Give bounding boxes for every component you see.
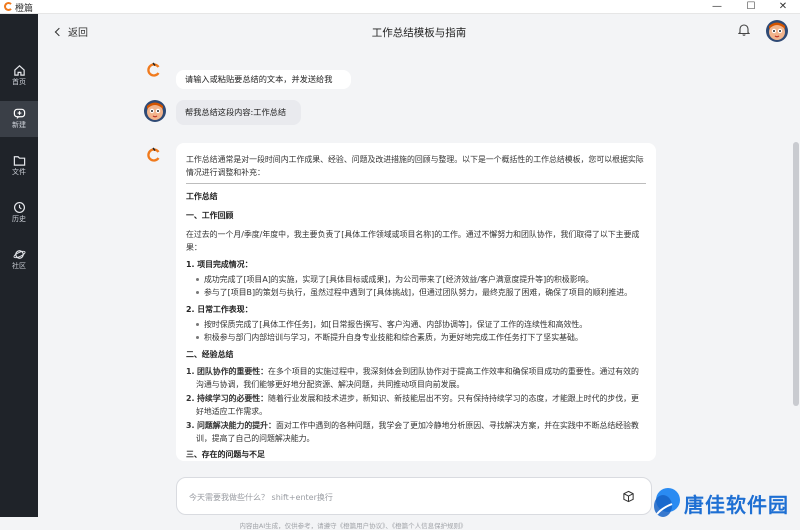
item-number: 3. (186, 421, 195, 430)
sidebar-item-history[interactable]: 历史 (0, 195, 38, 231)
item-lead: 问题解决能力的提升： (197, 421, 276, 430)
sidebar-item-label: 社区 (12, 262, 26, 270)
scrollbar-thumb[interactable] (793, 142, 799, 406)
list-item: 积极参与部门内部培训与学习，不断提升自身专业技能和综合素质，为更好地完成工作任务… (196, 331, 646, 344)
sidebar: 首页 新建 文件 历史 社区 (0, 14, 38, 517)
item-lead: 团队协作的重要性： (197, 367, 269, 376)
divider (186, 183, 646, 184)
list-item: 2. 持续学习的必要性：随着行业发展和技术进步，新知识、新技能层出不穷。只有保持… (186, 392, 646, 418)
sidebar-item-label: 首页 (12, 78, 26, 86)
item-number: 2. (186, 394, 195, 403)
folder-icon (13, 156, 25, 166)
home-icon (13, 65, 25, 76)
minimize-button[interactable]: — (706, 0, 728, 14)
subsection-heading: 2. 日常工作表现： (186, 305, 253, 314)
list-item: 按时保质完成了[具体工作任务]，如[日常报告撰写、客户沟通、内部协调等]，保证了… (196, 318, 646, 331)
section-heading: 二、经验总结 (186, 350, 234, 359)
bullet-list: 按时保质完成了[具体工作任务]，如[日常报告撰写、客户沟通、内部协调等]，保证了… (186, 318, 646, 344)
list-item: 1. 团队协作的重要性：在多个项目的实施过程中，我深刻体会到团队协作对于提高工作… (186, 365, 646, 391)
bot-logo-icon (147, 62, 160, 77)
user-message-bubble: 帮我总结这段内容:工作总结 (176, 100, 301, 125)
history-icon (13, 201, 25, 214)
item-lead: 持续学习的必要性： (197, 394, 269, 403)
section-heading: 三、存在的问题与不足 (186, 450, 265, 459)
bot-greeting-bubble: 请输入或粘贴要总结的文本，并发送给我 (176, 70, 351, 89)
sidebar-item-community[interactable]: 社区 (0, 242, 38, 278)
cube-icon[interactable] (622, 490, 635, 503)
sidebar-item-new[interactable]: 新建 (0, 101, 38, 137)
answer-intro: 工作总结通常是对一段时间内工作成果、经验、问题及改进措施的回顾与整理。以下是一个… (186, 155, 644, 177)
watermark-text: 唐佳软件园 (684, 493, 789, 517)
item-number: 1. (186, 367, 195, 376)
planet-icon (12, 250, 26, 259)
app-name: 橙篇 (15, 4, 34, 14)
title-bar: 橙篇 — ☐ ✕ (0, 0, 800, 14)
chat-input-box[interactable] (176, 477, 652, 515)
sidebar-item-label: 文件 (12, 168, 26, 176)
user-avatar[interactable] (766, 20, 788, 42)
new-chat-icon (13, 108, 25, 120)
user-message-avatar (144, 100, 166, 122)
disclaimer: 内容由AI生成，仅供参考，请遵守《橙篇用户协议》、《橙篇个人信息保护规则》 (239, 522, 467, 530)
section-intro: 在过去的一个月/季度/年度中，我主要负责了[具体工作领域或项目名称]的工作。通过… (186, 230, 640, 252)
bell-icon[interactable] (738, 23, 750, 36)
close-button[interactable]: ✕ (772, 0, 794, 14)
watermark-logo-icon (654, 488, 680, 517)
app-logo-icon (4, 2, 13, 11)
list-item: 成功完成了[项目A]的实施，实现了[具体目标或成果]，为公司带来了[经济效益/客… (196, 273, 646, 286)
sidebar-item-files[interactable]: 文件 (0, 148, 38, 184)
subsection-heading: 1. 项目完成情况： (186, 260, 253, 269)
header: 返回 工作总结模板与指南 (38, 14, 800, 48)
sidebar-item-home[interactable]: 首页 (0, 58, 38, 94)
sidebar-item-label: 历史 (12, 215, 26, 223)
avatar-face-icon (147, 102, 163, 120)
bot-logo-icon (147, 147, 160, 162)
sidebar-item-label: 新建 (12, 121, 26, 129)
main-panel: 返回 工作总结模板与指南 请输入或粘贴要总结的文本，并发送给我 帮我总结这段内容… (38, 14, 800, 530)
page-title: 工作总结模板与指南 (371, 27, 467, 39)
section-heading: 一、工作回顾 (186, 211, 234, 220)
watermark: 唐佳软件园 (650, 484, 800, 524)
avatar-face-icon (769, 22, 785, 40)
answer-title: 工作总结 (186, 192, 218, 201)
list-item: 3. 问题解决能力的提升：面对工作中遇到的各种问题，我学会了更加冷静地分析原因、… (186, 419, 646, 445)
bullet-list: 成功完成了[项目A]的实施，实现了[具体目标或成果]，为公司带来了[经济效益/客… (186, 273, 646, 299)
chat-input[interactable] (189, 489, 569, 505)
bot-answer: 工作总结通常是对一段时间内工作成果、经验、问题及改进措施的回顾与整理。以下是一个… (176, 143, 656, 461)
list-item: 参与了[项目B]的策划与执行，虽然过程中遇到了[具体挑战]，但通过团队努力，最终… (196, 286, 646, 299)
maximize-button[interactable]: ☐ (740, 0, 762, 14)
